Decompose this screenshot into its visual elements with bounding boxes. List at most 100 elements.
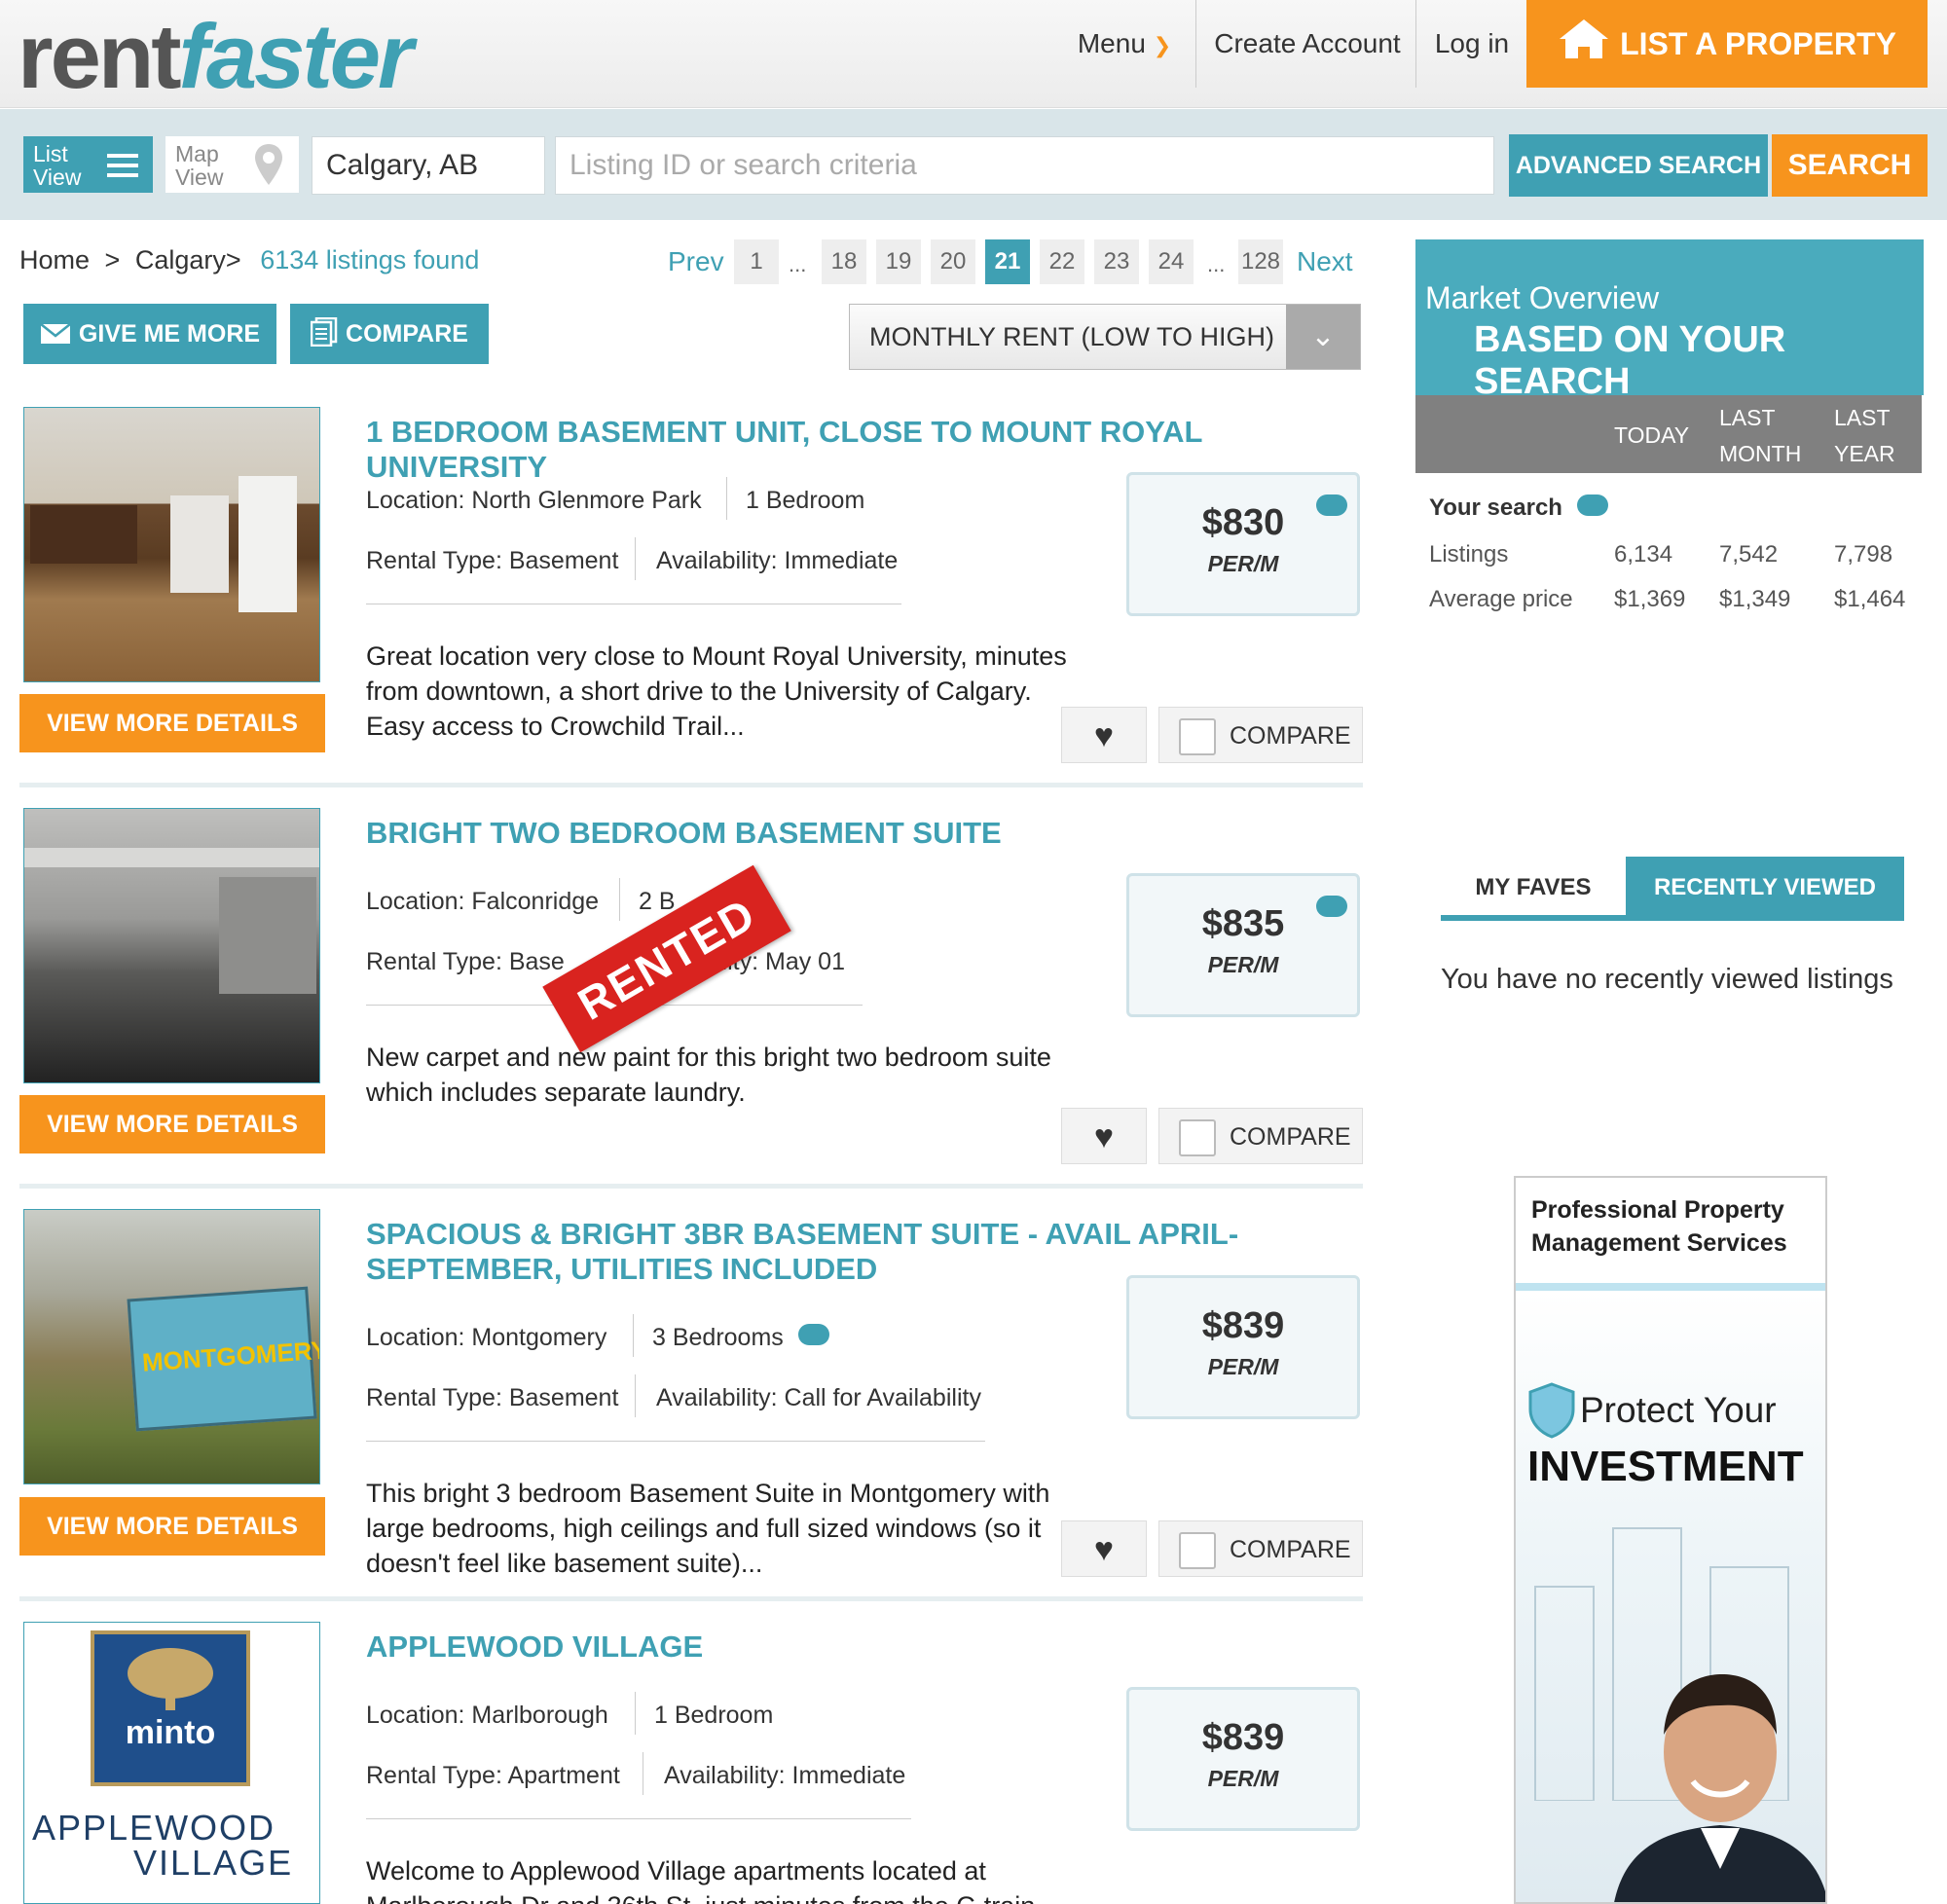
ad-stripe (1516, 1283, 1825, 1291)
give-me-more-button[interactable]: GIVE ME MORE (23, 304, 276, 364)
favorite-button[interactable]: ♥ (1061, 1108, 1147, 1164)
pagination-ellipsis: ... (789, 252, 807, 276)
advanced-search-button[interactable]: ADVANCED SEARCH (1509, 134, 1768, 197)
page-link[interactable]: 24 (1149, 239, 1194, 284)
listing-photo[interactable]: minto APPLEWOOD VILLAGE (23, 1622, 320, 1904)
listing-description: Great location very close to Mount Royal… (366, 641, 1067, 741)
price-box: $830 PER/M (1126, 472, 1360, 616)
site-logo[interactable]: rentfaster (18, 8, 414, 105)
heart-icon: ♥ (1093, 717, 1115, 754)
meta-divider (635, 537, 636, 580)
compare-button[interactable]: COMPARE (290, 304, 489, 364)
listing-location: Location: Falconridge (366, 888, 600, 915)
listing-divider (19, 1184, 1363, 1189)
search-button[interactable]: SEARCH (1772, 134, 1928, 197)
recently-viewed-empty: You have no recently viewed listings (1441, 964, 1893, 995)
create-account-link[interactable]: Create Account (1203, 0, 1412, 88)
listing-count: 6134 listings found (260, 245, 480, 275)
search-input[interactable]: Listing ID or search criteria (555, 136, 1494, 195)
page-link[interactable]: 19 (876, 239, 921, 284)
page-link[interactable]: 18 (822, 239, 866, 284)
pagination-prev[interactable]: Prev (668, 239, 724, 284)
chat-bubble-icon (1316, 896, 1347, 917)
tree-icon (128, 1648, 213, 1710)
listing-compare-checkbox[interactable]: COMPARE (1158, 1520, 1363, 1577)
heart-icon: ♥ (1093, 1531, 1115, 1568)
shield-icon (1528, 1382, 1575, 1439)
meta-underline (366, 1818, 911, 1819)
meta-divider (633, 1314, 634, 1357)
sort-select-label: MONTHLY RENT (LOW TO HIGH) (869, 322, 1275, 351)
menu-button[interactable]: Menu ❯ (1061, 0, 1188, 88)
price-period: PER/M (1207, 1354, 1279, 1379)
breadcrumb-city[interactable]: Calgary (135, 245, 226, 275)
tab-recently-viewed[interactable]: RECENTLY VIEWED (1626, 857, 1904, 919)
price-box: $839 PER/M (1126, 1687, 1360, 1831)
breadcrumb-home[interactable]: Home (19, 245, 90, 275)
market-cell: 7,542 (1719, 541, 1779, 568)
kitchen-cabinet (30, 505, 137, 564)
advertisement[interactable]: Professional Property Management Service… (1514, 1176, 1827, 1904)
column-last-month: LAST MONTH (1719, 405, 1802, 466)
your-search-label: Your search (1429, 494, 1562, 521)
chat-bubble-icon (1316, 494, 1347, 516)
listing-price: $839 (1201, 1305, 1285, 1346)
meta-underline (366, 1441, 985, 1442)
price-box: $835 PER/M (1126, 873, 1360, 1017)
page-link[interactable]: 22 (1040, 239, 1084, 284)
listing-compare-checkbox[interactable]: COMPARE (1158, 707, 1363, 763)
map-view-toggle[interactable]: Map View (165, 136, 299, 193)
list-icon (107, 154, 138, 177)
listing-description: New carpet and new paint for this bright… (366, 1043, 1051, 1107)
list-property-button[interactable]: LIST A PROPERTY (1526, 0, 1928, 88)
listing-availability: Availability: Immediate (656, 547, 899, 574)
listing-photo[interactable]: MONTGOMERY (23, 1209, 320, 1484)
view-more-details-button[interactable]: VIEW MORE DETAILS (19, 1497, 325, 1556)
page-link[interactable]: 128 (1238, 239, 1283, 284)
market-overview-header: TODAY LAST MONTH LAST YEAR (1415, 395, 1922, 473)
nav-divider (1415, 0, 1416, 88)
checkbox[interactable] (1179, 1119, 1216, 1157)
meta-divider (726, 477, 727, 520)
listing-rental-type: Rental Type: Basement (366, 1384, 619, 1411)
login-link[interactable]: Log in (1423, 0, 1521, 88)
community-sign: MONTGOMERY (127, 1286, 319, 1432)
listing-title[interactable]: APPLEWOOD VILLAGE (366, 1629, 1369, 1665)
page-link-current[interactable]: 21 (985, 239, 1030, 284)
city-input[interactable]: Calgary, AB (312, 136, 545, 195)
listing-beds: 1 Bedroom (746, 487, 865, 514)
nav-divider (1195, 0, 1196, 88)
listing-photo[interactable] (23, 808, 320, 1083)
envelope-icon (40, 323, 71, 344)
market-overview-title: Market Overview (1425, 280, 1660, 315)
page-link[interactable]: 23 (1094, 239, 1139, 284)
view-more-details-button[interactable]: VIEW MORE DETAILS (19, 1095, 325, 1153)
meta-divider (635, 1374, 636, 1417)
listing-location: Location: Marlborough (366, 1702, 608, 1729)
ceiling-beam (24, 848, 319, 867)
price-period: PER/M (1207, 1766, 1279, 1791)
heart-icon: ♥ (1093, 1118, 1115, 1155)
listing-compare-checkbox[interactable]: COMPARE (1158, 1108, 1363, 1164)
minto-logo: minto (91, 1630, 250, 1786)
pagination-next[interactable]: Next (1297, 239, 1353, 284)
sort-select[interactable]: MONTHLY RENT (LOW TO HIGH) ⌄ (849, 304, 1361, 370)
wall-panel (219, 877, 316, 994)
meta-divider (619, 878, 620, 921)
listing-beds: 3 Bedrooms (652, 1324, 784, 1351)
listing-title[interactable]: BRIGHT TWO BEDROOM BASEMENT SUITE (366, 816, 1369, 851)
page-link[interactable]: 20 (931, 239, 975, 284)
tab-my-faves[interactable]: MY FAVES (1441, 857, 1626, 919)
checkbox[interactable] (1179, 718, 1216, 756)
agent-photo (1614, 1674, 1825, 1902)
listing-divider (19, 1596, 1363, 1601)
favorite-button[interactable]: ♥ (1061, 1520, 1147, 1577)
favorite-button[interactable]: ♥ (1061, 707, 1147, 763)
checkbox[interactable] (1179, 1532, 1216, 1570)
page-link[interactable]: 1 (734, 239, 779, 284)
view-more-details-button[interactable]: VIEW MORE DETAILS (19, 694, 325, 752)
listing-availability: Availability: Immediate (664, 1762, 906, 1789)
listing-photo[interactable] (23, 407, 320, 682)
listing-description: Welcome to Applewood Village apartments … (366, 1856, 1035, 1904)
list-view-toggle[interactable]: List View (23, 136, 153, 193)
